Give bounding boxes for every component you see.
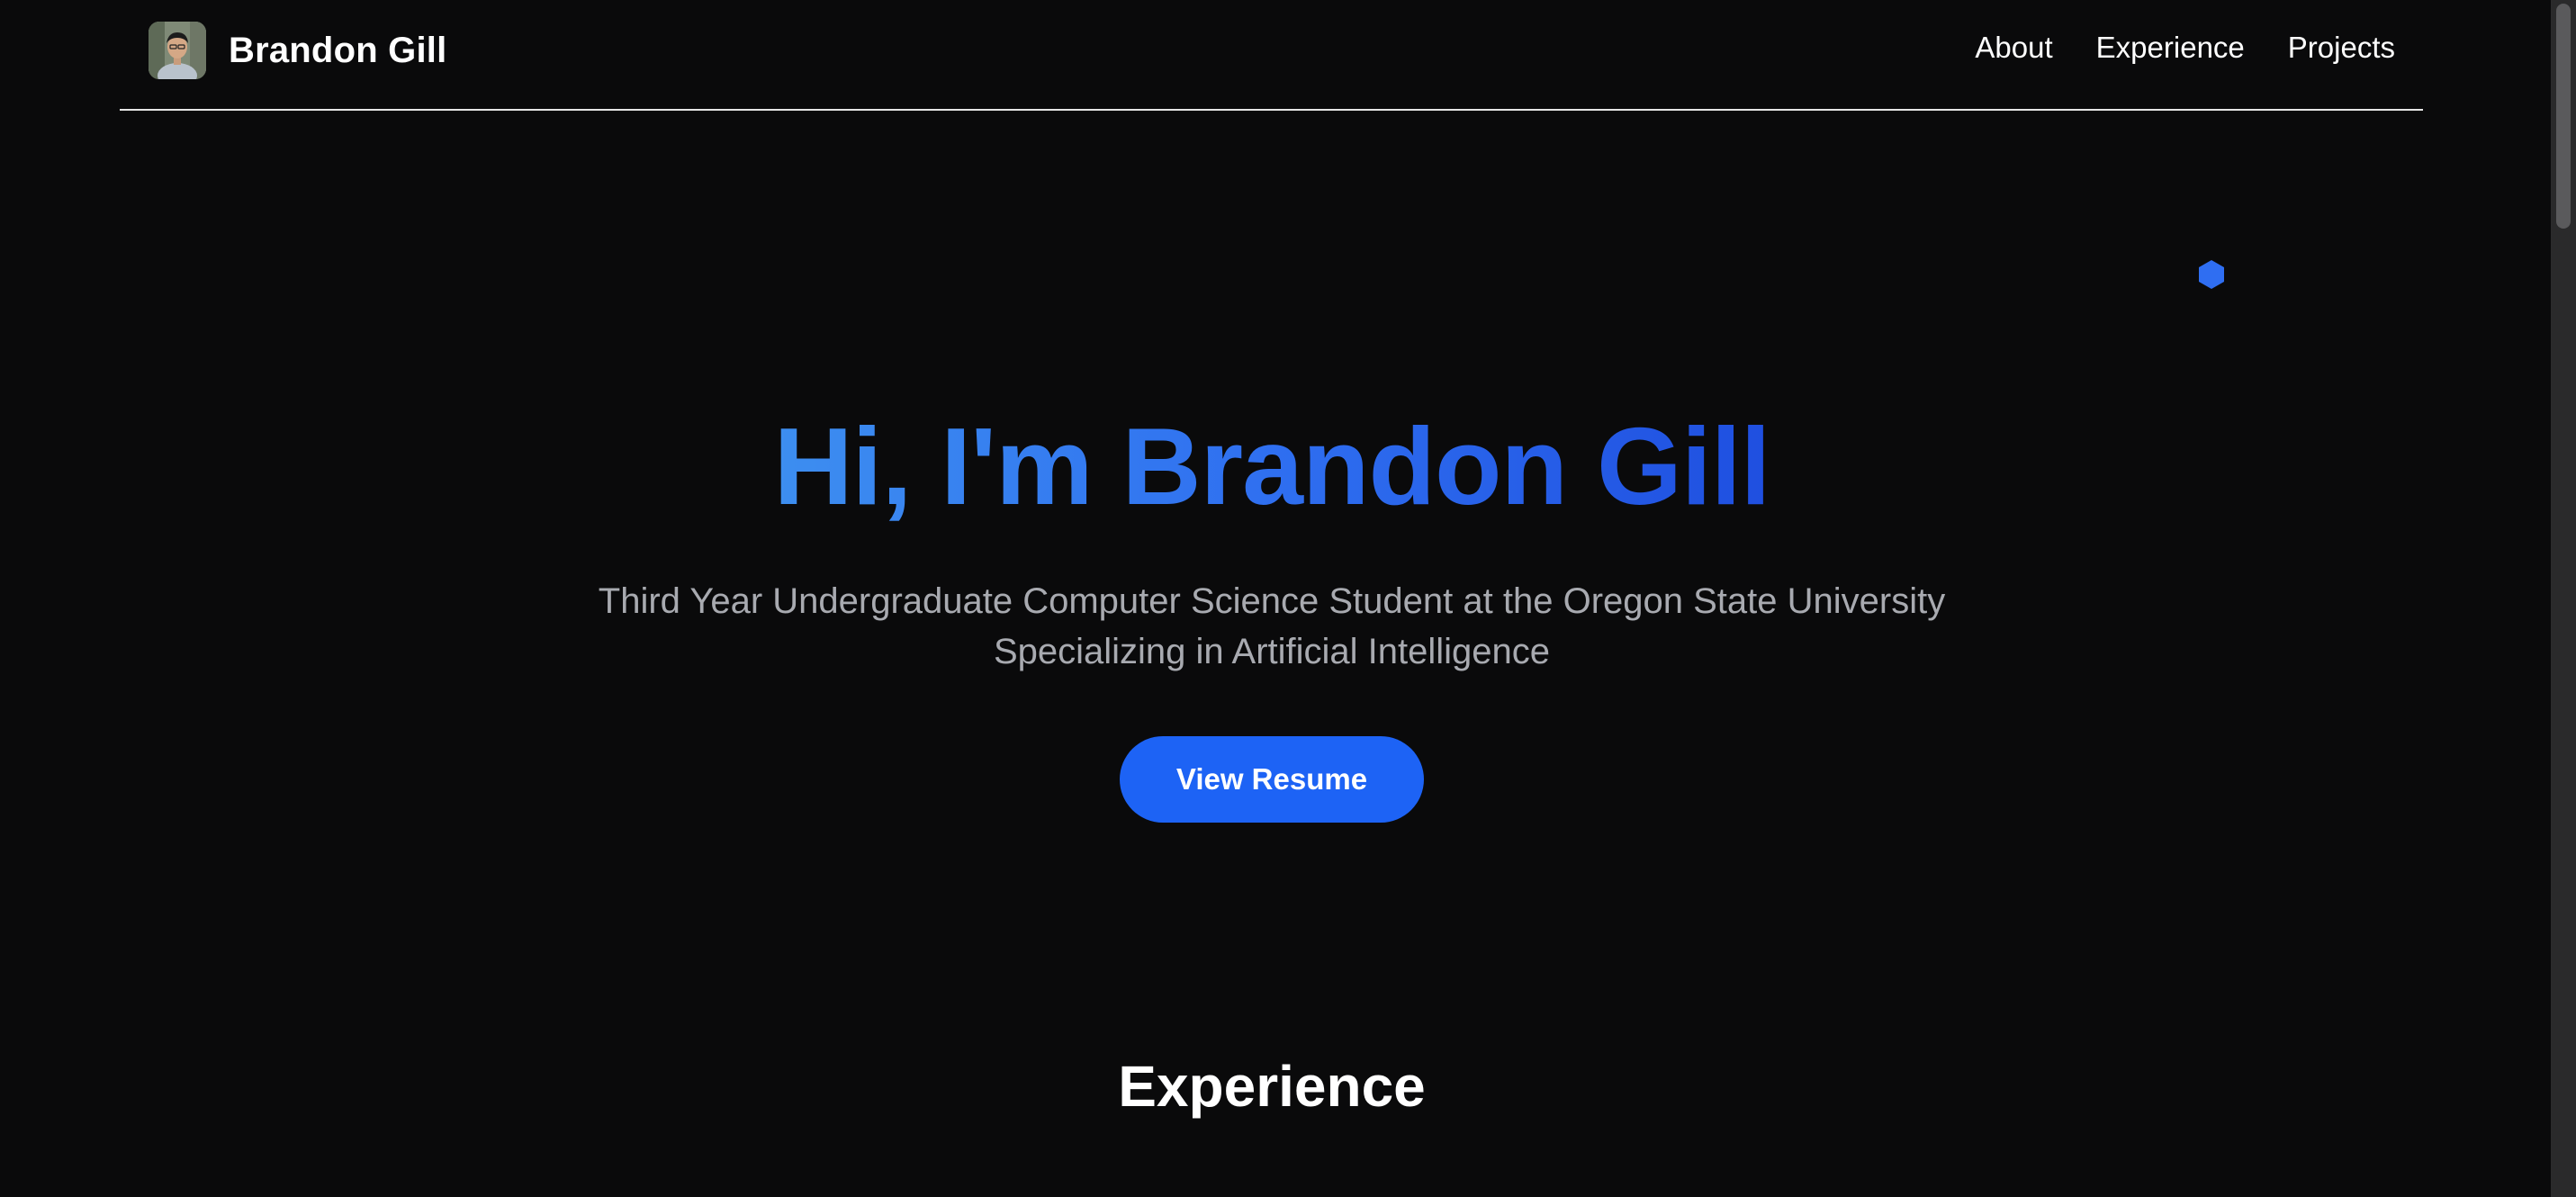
hero-title: Hi, I'm Brandon Gill [0,403,2544,529]
profile-photo-icon [149,22,206,79]
hero-title-text: Hi, I'm Brandon Gill [773,405,1770,527]
avatar [149,22,206,79]
brand-name: Brandon Gill [229,31,447,70]
page: Brandon Gill About Experience Projects H… [0,0,2576,1197]
main-nav: About Experience Projects [1975,31,2395,65]
hero-subtitle: Third Year Undergraduate Computer Scienc… [0,576,2544,677]
scrollbar-thumb[interactable] [2556,4,2571,229]
nav-link-about[interactable]: About [1975,31,2052,65]
brand-link[interactable]: Brandon Gill [149,22,446,79]
hero-subtitle-line-2: Specializing in Artificial Intelligence [993,632,1551,671]
nav-link-projects[interactable]: Projects [2288,31,2395,65]
experience-section-title: Experience [1118,1054,1426,1119]
vertical-scrollbar[interactable] [2551,0,2576,1197]
nav-link-experience[interactable]: Experience [2096,31,2245,65]
site-header: Brandon Gill About Experience Projects [120,0,2423,111]
hero-subtitle-line-1: Third Year Undergraduate Computer Scienc… [598,581,1946,621]
hexagon-icon [2199,260,2224,289]
view-resume-button[interactable]: View Resume [1120,736,1424,823]
